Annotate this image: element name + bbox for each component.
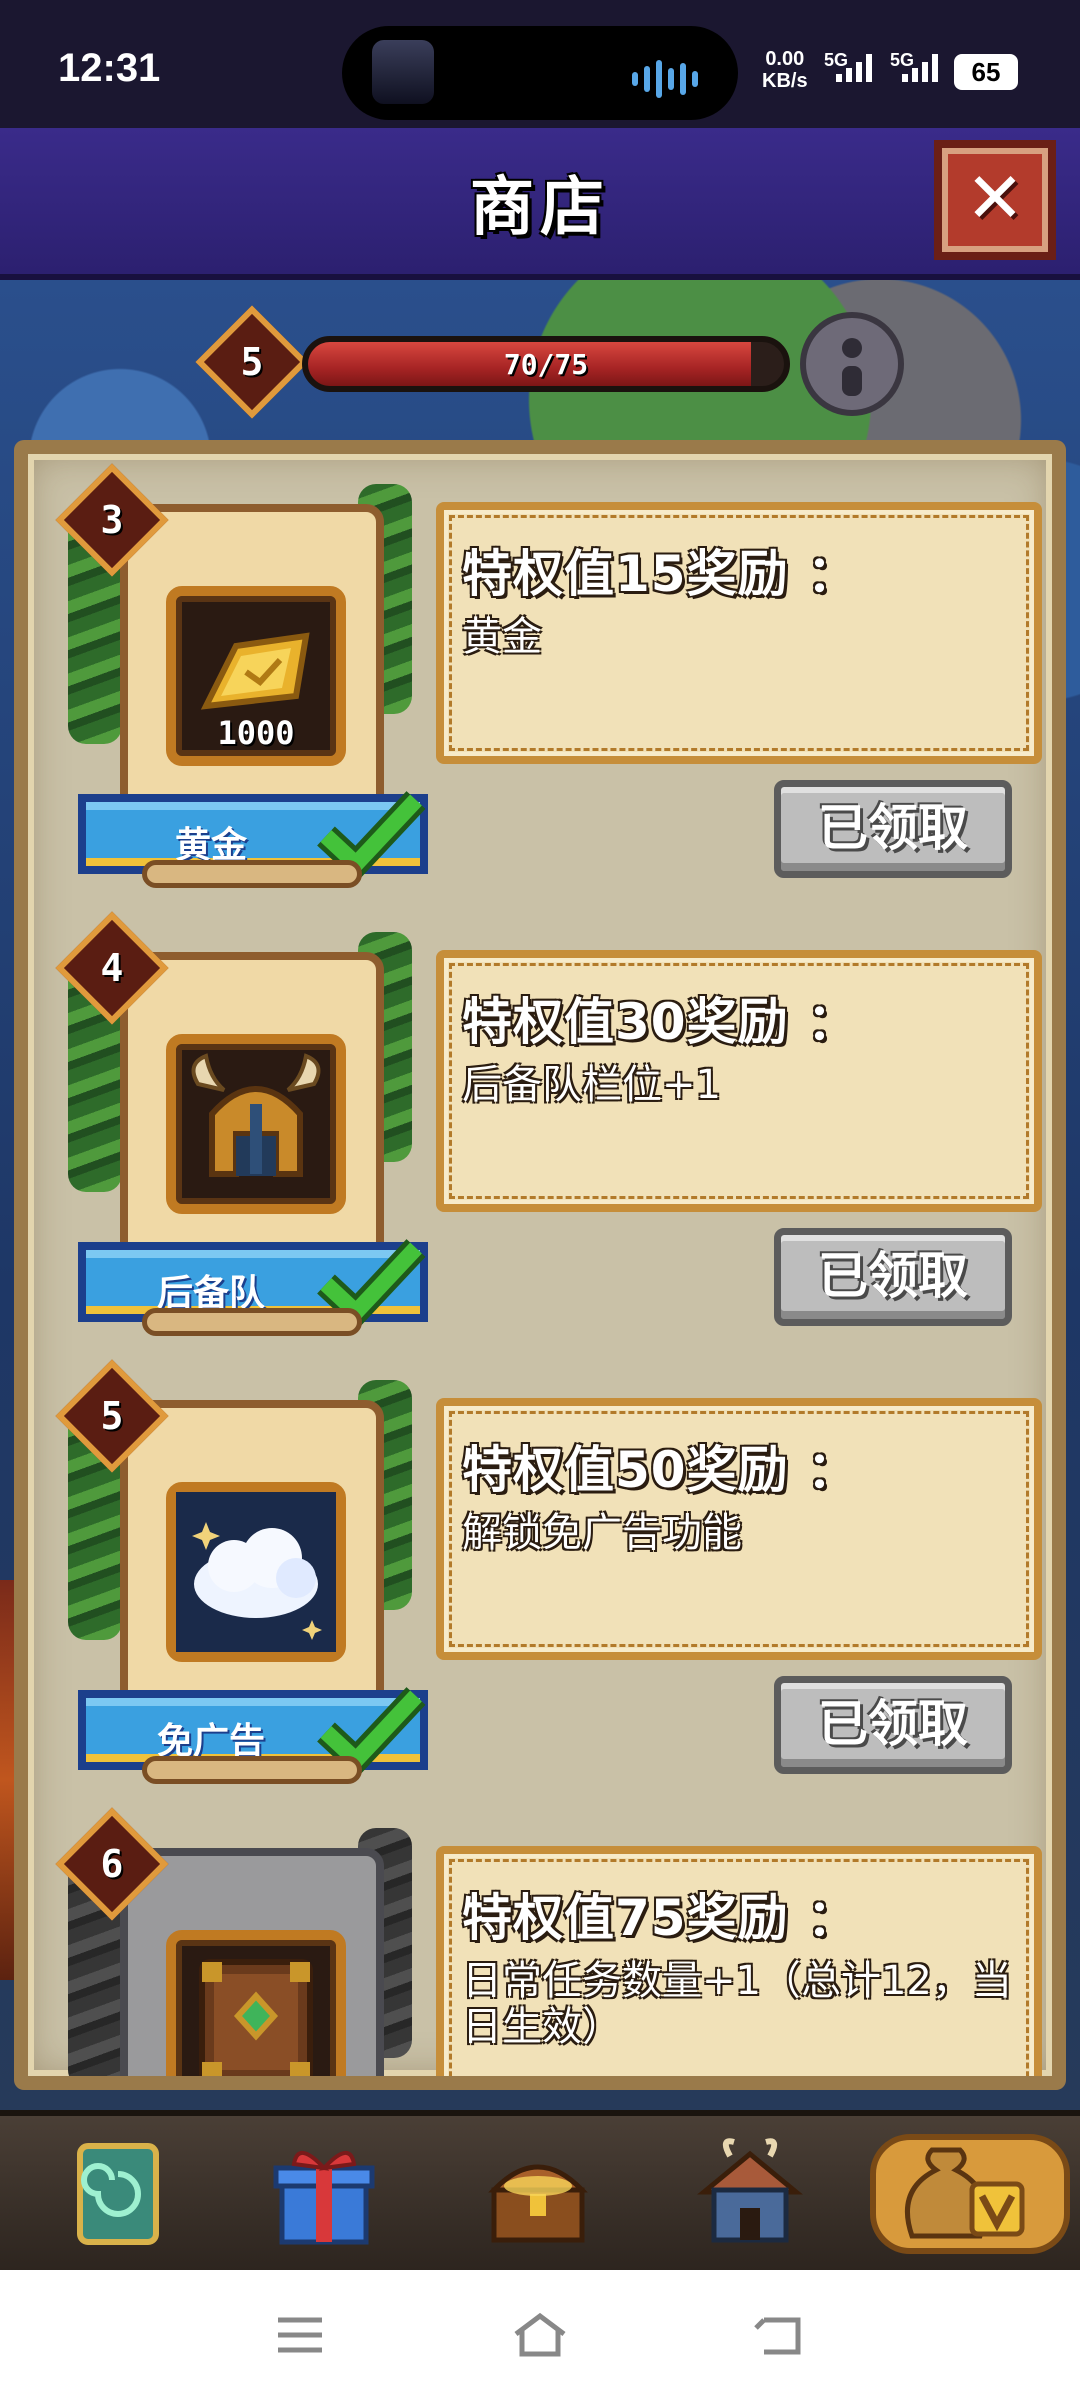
close-icon: ✕ <box>965 157 1025 239</box>
back-icon[interactable] <box>750 2310 810 2360</box>
tab-house[interactable] <box>690 2134 810 2254</box>
dynamic-island[interactable] <box>342 26 738 120</box>
card-scroll-base <box>142 1308 362 1336</box>
reward-level-badge: 3 <box>55 463 169 577</box>
reward-level-badge: 6 <box>55 1807 169 1921</box>
reward-row: 3 1000 黄金 特权值15奖励 ： 黄金 已领取 <box>28 454 1052 894</box>
reward-description-box: 特权值30奖励 ： 后备队栏位+1 <box>436 950 1042 1212</box>
reward-item-frame: 1000 <box>166 586 346 766</box>
claimed-button[interactable]: 已领取 <box>774 1676 1012 1774</box>
reward-body: 解锁免广告功能 <box>462 1510 742 1556</box>
reward-row: 4 后备队 特权值30奖励 ： 后备队栏位+1 已领取 <box>28 902 1052 1342</box>
treasure-chest-icon <box>488 2164 588 2243</box>
tab-gifts[interactable] <box>264 2134 384 2254</box>
reward-item-frame <box>166 1034 346 1214</box>
system-navigation-bar <box>0 2270 1080 2400</box>
reward-description-box: 特权值75奖励 ： 日常任务数量+1（总计12，当日生效） <box>436 1846 1042 2076</box>
cloud-icon <box>176 1492 336 1652</box>
reward-title: 特权值30奖励 ： <box>462 993 858 1051</box>
tab-vip-shop[interactable] <box>870 2134 1070 2254</box>
tab-treasure[interactable] <box>478 2134 598 2254</box>
reward-item-frame <box>166 1482 346 1662</box>
card-scroll-base <box>142 860 362 888</box>
house-icon <box>697 2138 803 2243</box>
reward-row: 6 特权值75奖励 ： 日常任务数量+1（总计12，当日生效） <box>28 1798 1052 2076</box>
book-icon <box>199 1959 313 2076</box>
menu-icon[interactable] <box>270 2310 330 2360</box>
shop-header: 商店 ✕ <box>0 128 1080 280</box>
level-badge: 5 <box>195 305 309 419</box>
reward-body: 日常任务数量+1（总计12，当日生效） <box>462 1958 1012 2050</box>
reward-description-box: 特权值15奖励 ： 黄金 <box>436 502 1042 764</box>
audio-wave-icon <box>632 60 698 98</box>
reward-level-number: 6 <box>100 1842 124 1886</box>
card-scroll-base <box>142 1756 362 1784</box>
status-time: 12:31 <box>58 46 161 90</box>
helmet-icon <box>191 1053 321 1177</box>
claimed-button[interactable]: 已领取 <box>774 780 1012 878</box>
reward-item-quantity: 1000 <box>217 714 295 752</box>
close-button[interactable]: ✕ <box>934 140 1056 260</box>
bottom-tab-bar <box>0 2110 1080 2276</box>
xp-progress-text: 70/75 <box>503 348 589 381</box>
media-thumbnail <box>372 40 434 104</box>
home-icon[interactable] <box>510 2310 570 2360</box>
level-number: 5 <box>240 340 264 384</box>
battery-indicator: 65 <box>954 54 1018 90</box>
net-speed-value: 0.00 <box>765 48 805 70</box>
status-bar: 12:31 0.00 KB/s 5G 5G 65 <box>0 0 1080 128</box>
reward-level-number: 3 <box>100 498 124 542</box>
reward-body: 黄金 <box>462 614 542 660</box>
tab-cards[interactable] <box>58 2134 178 2254</box>
signal-icon-2 <box>902 54 938 82</box>
gift-box-icon <box>273 2151 375 2245</box>
reward-level-number: 4 <box>100 946 124 990</box>
card-portal-icon <box>77 2143 159 2245</box>
net-speed: 0.00 KB/s <box>762 48 808 92</box>
reward-title: 特权值75奖励 ： <box>462 1889 858 1947</box>
reward-level-number: 5 <box>100 1394 124 1438</box>
reward-item-frame <box>166 1930 346 2076</box>
page-title: 商店 <box>470 171 610 245</box>
reward-description-box: 特权值50奖励 ： 解锁免广告功能 <box>436 1398 1042 1660</box>
money-bag-vip-icon <box>904 2147 1025 2239</box>
lock-icon[interactable] <box>800 312 904 416</box>
privilege-rewards-panel[interactable]: 3 1000 黄金 特权值15奖励 ： 黄金 已领取 4 后备队 特权值30奖励… <box>14 440 1066 2090</box>
reward-level-badge: 5 <box>55 1359 169 1473</box>
signal-icon-1 <box>836 54 872 82</box>
claimed-button[interactable]: 已领取 <box>774 1228 1012 1326</box>
reward-title: 特权值15奖励 ： <box>462 545 858 603</box>
reward-row: 5 免广告 特权值50奖励 ： 解锁免广告功能 已领取 <box>28 1350 1052 1790</box>
reward-title: 特权值50奖励 ： <box>462 1441 858 1499</box>
net-speed-unit: KB/s <box>762 70 808 92</box>
xp-progress-bar: 70/75 <box>302 336 790 392</box>
reward-body: 后备队栏位+1 <box>462 1062 721 1108</box>
reward-level-badge: 4 <box>55 911 169 1025</box>
